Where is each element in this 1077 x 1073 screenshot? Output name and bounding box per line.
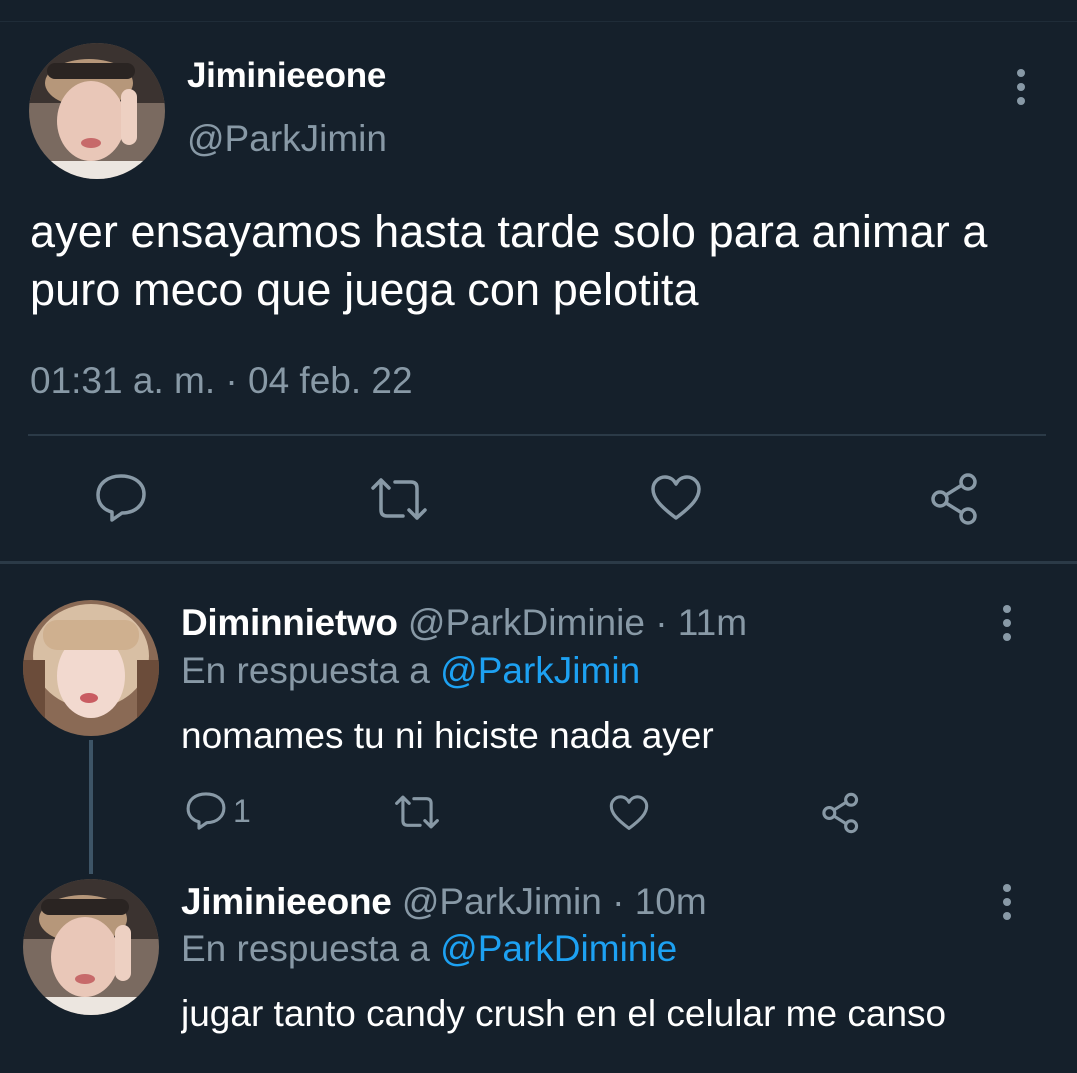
thread-line [89, 740, 93, 874]
reply-prefix: En respuesta a [181, 928, 441, 969]
share-icon [931, 473, 977, 525]
retweet-button[interactable] [369, 476, 429, 522]
like-button[interactable] [609, 794, 649, 832]
reply-context: En respuesta a @ParkDiminie [181, 928, 677, 970]
handle-and-time[interactable]: @ParkJimin · 10m [402, 881, 707, 922]
display-name[interactable]: Diminnietwo [181, 602, 398, 643]
share-button[interactable] [928, 472, 982, 526]
reply-icon [186, 792, 226, 830]
tweet-text: ayer ensayamos hasta tarde solo para ani… [30, 206, 988, 315]
like-icon [609, 795, 649, 830]
retweet-icon [395, 795, 439, 829]
reply-context: En respuesta a @ParkJimin [181, 650, 640, 692]
share-button[interactable] [820, 792, 862, 834]
reply-prefix: En respuesta a [181, 650, 441, 691]
display-name[interactable]: Jiminieeone [187, 56, 386, 96]
reply-count: 1 [233, 792, 251, 829]
share-icon [822, 792, 859, 834]
mention-link[interactable]: @ParkDiminie [440, 928, 677, 969]
user-handle[interactable]: @ParkJimin [187, 118, 387, 160]
reply-button[interactable] [94, 472, 148, 524]
avatar[interactable] [23, 600, 159, 736]
divider [28, 434, 1046, 436]
section-divider [0, 561, 1077, 564]
avatar[interactable] [29, 43, 165, 179]
reply-text: jugar tanto candy crush en el celular me… [181, 993, 947, 1034]
more-options-icon[interactable] [992, 602, 1022, 646]
reply-icon [96, 474, 146, 522]
reply-header: Jiminieeone @ParkJimin · 10m [181, 881, 707, 923]
more-options-icon[interactable] [1006, 66, 1036, 110]
more-options-icon[interactable] [992, 881, 1022, 925]
reply-header: Diminnietwo @ParkDiminie · 11m [181, 602, 747, 644]
top-bar-edge [0, 0, 1077, 22]
like-icon [651, 475, 701, 520]
mention-link[interactable]: @ParkJimin [440, 650, 640, 691]
retweet-icon [371, 478, 427, 520]
reply-button[interactable]: 1 [185, 790, 251, 832]
retweet-button[interactable] [393, 794, 441, 830]
display-name[interactable]: Jiminieeone [181, 881, 392, 922]
like-button[interactable] [650, 474, 702, 522]
avatar[interactable] [23, 879, 159, 1015]
reply-text: nomames tu ni hiciste nada ayer [181, 715, 714, 756]
tweet-timestamp[interactable]: 01:31 a. m. · 04 feb. 22 [30, 360, 413, 402]
handle-and-time[interactable]: @ParkDiminie · 11m [408, 602, 747, 643]
